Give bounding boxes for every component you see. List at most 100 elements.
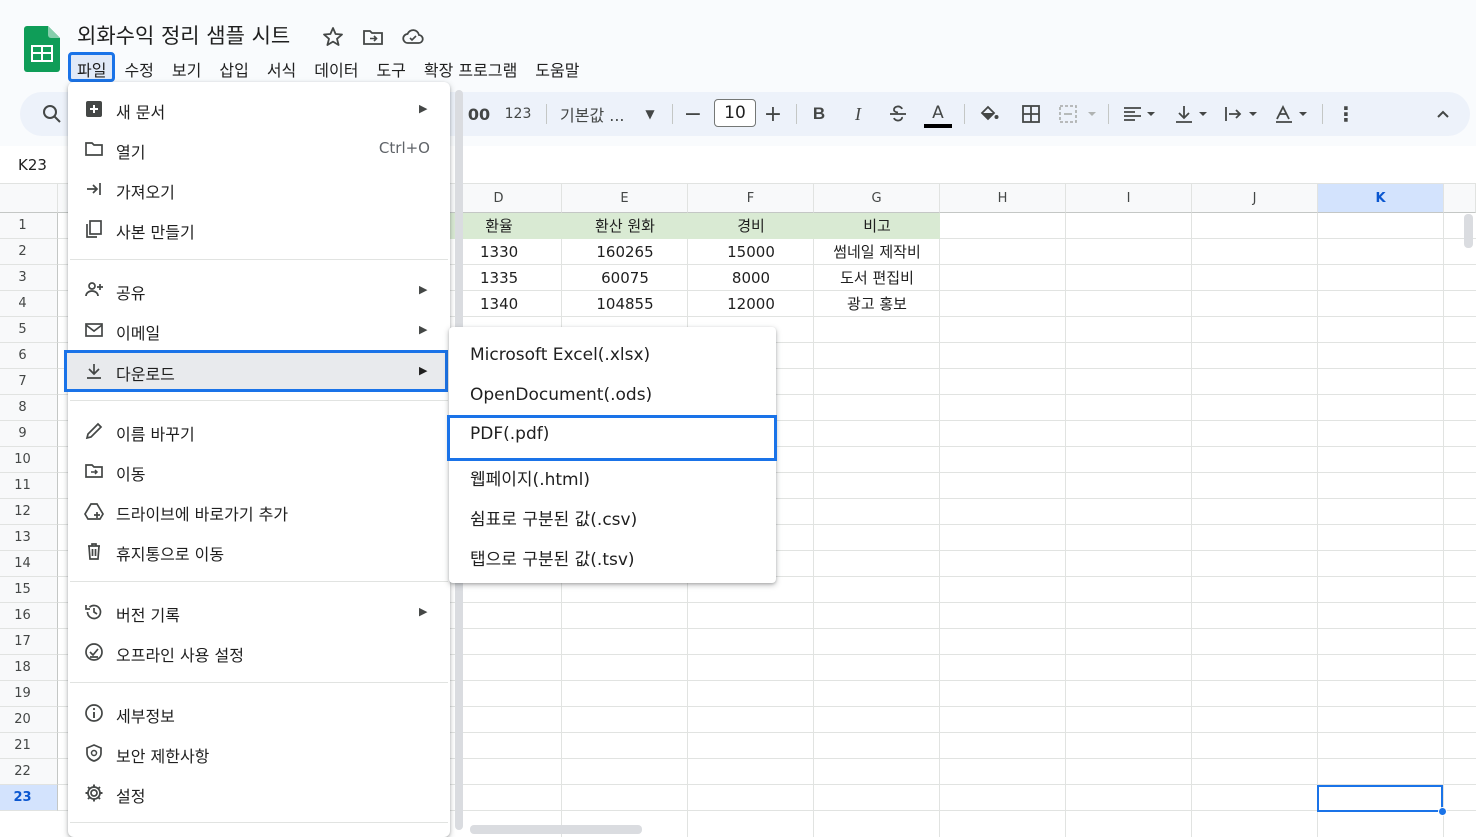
sheets-logo-icon[interactable] <box>24 26 60 72</box>
column-header-i[interactable]: I <box>1066 184 1192 213</box>
file-menu-security[interactable]: 보안 제한사항 <box>68 733 450 773</box>
file-menu-email[interactable]: 이메일 ▶ <box>68 310 450 350</box>
row-header-13[interactable]: 13 <box>0 525 58 551</box>
menu-tools[interactable]: 도구 <box>367 52 414 82</box>
row-header-19[interactable]: 19 <box>0 681 58 707</box>
menu-file[interactable]: 파일 <box>68 52 116 82</box>
row-header-16[interactable]: 16 <box>0 603 58 629</box>
download-pdf[interactable]: PDF(.pdf) <box>447 415 777 461</box>
row-header-5[interactable]: 5 <box>0 317 58 343</box>
cell-e3[interactable]: 60075 <box>562 265 688 291</box>
column-header-f[interactable]: F <box>688 184 814 213</box>
row-header-15[interactable]: 15 <box>0 577 58 603</box>
cell-g4[interactable]: 광고 홍보 <box>814 291 940 317</box>
file-menu-open[interactable]: 열기 Ctrl+O <box>68 129 450 169</box>
file-menu-offline[interactable]: 오프라인 사용 설정 <box>68 632 450 672</box>
name-box[interactable]: K23 <box>18 156 47 174</box>
bold-button[interactable]: B <box>808 92 830 136</box>
file-menu-trash[interactable]: 휴지통으로 이동 <box>68 531 450 571</box>
download-html[interactable]: 웹페이지(.html) <box>449 456 776 496</box>
row-header-21[interactable]: 21 <box>0 733 58 759</box>
star-icon[interactable] <box>321 25 345 49</box>
file-menu-download[interactable]: 다운로드 ▶ <box>64 350 448 392</box>
cell-e4[interactable]: 104855 <box>562 291 688 317</box>
column-header-h[interactable]: H <box>940 184 1066 213</box>
file-menu-details[interactable]: 세부정보 <box>68 693 450 733</box>
file-menu-copy[interactable]: 사본 만들기 <box>68 209 450 249</box>
fill-color-icon[interactable] <box>976 92 1002 136</box>
row-header-7[interactable]: 7 <box>0 369 58 395</box>
column-header-j[interactable]: J <box>1192 184 1318 213</box>
download-ods[interactable]: OpenDocument(.ods) <box>449 376 776 416</box>
menu-extensions[interactable]: 확장 프로그램 <box>415 52 526 82</box>
vertical-align-icon[interactable] <box>1172 92 1214 136</box>
row-header-18[interactable]: 18 <box>0 655 58 681</box>
row-header-3[interactable]: 3 <box>0 265 58 291</box>
file-menu-import[interactable]: 가져오기 <box>68 169 450 209</box>
horizontal-scrollbar[interactable] <box>470 825 642 834</box>
text-wrap-icon[interactable] <box>1222 92 1264 136</box>
cell-f2[interactable]: 15000 <box>688 239 814 265</box>
row-header-22[interactable]: 22 <box>0 759 58 785</box>
selected-cell-k23[interactable] <box>1317 785 1443 812</box>
cell-e1[interactable]: 환산 원화 <box>562 213 688 239</box>
row-header-6[interactable]: 6 <box>0 343 58 369</box>
row-header-8[interactable]: 8 <box>0 395 58 421</box>
file-menu-version-history[interactable]: 버전 기록 ▶ <box>68 592 450 632</box>
cell-f4[interactable]: 12000 <box>688 291 814 317</box>
column-header-g[interactable]: G <box>814 184 940 213</box>
cell-d4[interactable]: 1340 <box>480 291 560 317</box>
cell-g3[interactable]: 도서 편집비 <box>814 265 940 291</box>
row-header-23[interactable]: 23 <box>0 785 58 811</box>
row-header-17[interactable]: 17 <box>0 629 58 655</box>
file-menu-move[interactable]: 이동 <box>68 451 450 491</box>
cell-g1[interactable]: 비고 <box>814 213 940 239</box>
menu-view[interactable]: 보기 <box>163 52 210 82</box>
cloud-saved-icon[interactable] <box>401 25 425 49</box>
search-menus-icon[interactable] <box>38 92 66 136</box>
row-header-10[interactable]: 10 <box>0 447 58 473</box>
borders-icon[interactable] <box>1018 92 1044 136</box>
cell-f3[interactable]: 8000 <box>688 265 814 291</box>
text-rotation-icon[interactable] <box>1272 92 1314 136</box>
font-size-input[interactable]: 10 <box>714 99 756 127</box>
file-menu-settings[interactable]: 설정 <box>68 773 450 813</box>
download-xlsx[interactable]: Microsoft Excel(.xlsx) <box>449 336 776 376</box>
document-title[interactable]: 외화수익 정리 샘플 시트 <box>77 20 290 50</box>
font-size-decrease-button[interactable]: − <box>682 92 704 136</box>
file-menu-new[interactable]: 새 문서 ▶ <box>68 89 450 129</box>
font-family-select[interactable]: 기본값 ... <box>560 92 632 136</box>
download-csv[interactable]: 쉼표로 구분된 값(.csv) <box>449 496 776 536</box>
row-header-20[interactable]: 20 <box>0 707 58 733</box>
download-tsv[interactable]: 탭으로 구분된 값(.tsv) <box>449 536 776 576</box>
menu-insert[interactable]: 삽입 <box>210 52 257 82</box>
file-menu-rename[interactable]: 이름 바꾸기 <box>68 411 450 451</box>
move-folder-icon[interactable] <box>361 25 385 49</box>
merge-cells-icon[interactable] <box>1058 92 1098 136</box>
row-header-1[interactable]: 1 <box>0 213 58 239</box>
text-color-button[interactable]: A <box>924 92 952 136</box>
cell-d2[interactable]: 1330 <box>480 239 560 265</box>
cell-e2[interactable]: 160265 <box>562 239 688 265</box>
italic-button[interactable]: I <box>847 92 869 136</box>
strikethrough-icon[interactable] <box>886 92 910 136</box>
row-header-11[interactable]: 11 <box>0 473 58 499</box>
menu-format[interactable]: 서식 <box>258 52 305 82</box>
row-header-9[interactable]: 9 <box>0 421 58 447</box>
select-all-corner[interactable] <box>0 184 58 213</box>
more-formats-button[interactable]: 123 <box>502 92 534 136</box>
file-menu-share[interactable]: 공유 ▶ <box>68 270 450 310</box>
cell-d3[interactable]: 1335 <box>480 265 560 291</box>
cell-g2[interactable]: 썸네일 제작비 <box>814 239 940 265</box>
font-size-increase-button[interactable]: + <box>762 92 784 136</box>
cell-f1[interactable]: 경비 <box>688 213 814 239</box>
file-menu-drive-shortcut[interactable]: 드라이브에 바로가기 추가 <box>68 491 450 531</box>
fill-handle[interactable] <box>1438 807 1447 816</box>
more-options-button[interactable]: ⋮ <box>1334 92 1358 136</box>
row-header-14[interactable]: 14 <box>0 551 58 577</box>
column-header-e[interactable]: E <box>562 184 688 213</box>
collapse-toolbar-icon[interactable] <box>1430 92 1456 136</box>
font-family-caret-icon[interactable]: ▼ <box>642 92 658 136</box>
row-header-4[interactable]: 4 <box>0 291 58 317</box>
decimal-increase-button[interactable]: 00 <box>466 92 492 136</box>
